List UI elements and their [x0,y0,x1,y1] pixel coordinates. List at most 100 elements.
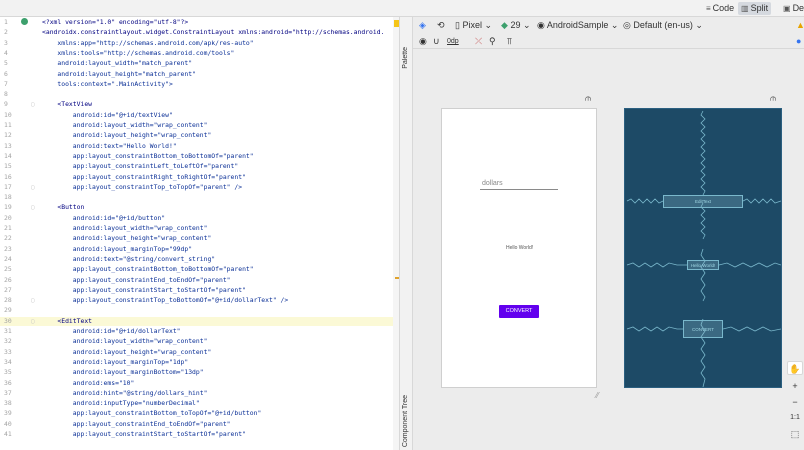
line-number: 8 [4,90,8,99]
code-line[interactable]: 33 android:layout_height="wrap_content" [0,348,399,357]
code-line[interactable]: 8 [0,90,399,99]
warning-icon[interactable]: ▲ [796,20,804,31]
code-text: android:ems="10" [42,378,135,387]
split-mode-button[interactable]: ▥ Split [738,2,772,15]
code-line[interactable]: 39 app:layout_constraintBottom_toTopOf="… [0,409,399,418]
default-margin-selector[interactable]: 0dp [447,36,459,47]
resize-handle-icon[interactable]: ⁄⁄ [596,391,599,400]
code-line[interactable]: 38 android:inputType="numberDecimal" [0,399,399,408]
code-line[interactable]: 25 app:layout_constraintBottom_toBottomO… [0,265,399,274]
infer-constraints-icon[interactable]: ⚲ [489,36,496,47]
code-line[interactable]: 14 app:layout_constraintBottom_toBottomO… [0,152,399,161]
actual-size-button[interactable]: 1:1 [787,411,803,425]
blueprint-convert-button[interactable]: CONVERT [683,320,723,338]
layers-icon[interactable]: ◈ [419,20,426,31]
device-selector[interactable]: ▯ Pixel ⌄ [455,20,492,31]
code-line[interactable]: 30 ▢ <EditText [0,316,399,326]
code-line[interactable]: 19 ▢ <Button [0,203,399,212]
design-preview-screen[interactable]: dollars Hello World! CONVERT [441,108,597,388]
code-line[interactable]: 27 app:layout_constraintStart_toStartOf=… [0,286,399,295]
code-text: app:layout_constraintStart_toStartOf="pa… [42,430,246,438]
pin-icon[interactable]: ⫙ [585,93,591,104]
code-line[interactable]: 29 [0,306,399,315]
dollars-edittext-preview[interactable]: dollars [482,180,503,187]
code-line[interactable]: 34 android:layout_marginTop="1dp" [0,358,399,367]
blueprint-pin-icon[interactable]: ⫙ [770,93,776,104]
api-level-selector[interactable]: ◆ 29 ⌄ [501,20,531,31]
fold-toggle-icon[interactable]: ▢ [31,203,35,212]
hello-textview-preview[interactable]: Hello World! [506,245,533,251]
code-line[interactable]: 9 ▢ <TextView [0,100,399,109]
code-text: android:layout_width="wrap_content" [42,224,208,232]
code-line[interactable]: 3 xmlns:app="http://schemas.android.com/… [0,39,399,48]
magnet-icon[interactable]: ∪ [433,36,440,47]
line-number: 25 [4,265,12,274]
code-line[interactable]: 37 android:hint="@string/dollars_hint" [0,389,399,398]
code-line[interactable]: 32 android:layout_width="wrap_content" [0,337,399,346]
code-line[interactable]: 12 android:layout_height="wrap_content" [0,131,399,140]
code-line[interactable]: 7 tools:context=".MainActivity"> [0,80,399,89]
fold-toggle-icon[interactable]: ▢ [31,317,35,326]
zoom-controls: ✋ + − 1:1 ⬚ [787,361,803,447]
view-options-icon[interactable]: ◉ [419,36,427,47]
code-line[interactable]: 17 ▢ app:layout_constraintTop_toTopOf="pa… [0,183,399,192]
guidelines-icon[interactable]: ⫪ [507,36,512,47]
code-line[interactable]: 20 android:id="@+id/button" [0,214,399,223]
code-text: android:id="@+id/button" [42,213,166,222]
line-number: 38 [4,399,12,408]
fold-toggle-icon[interactable]: ▢ [31,183,35,192]
convert-button-preview[interactable]: CONVERT [499,305,539,318]
code-line[interactable]: 24 android:text="@string/convert_string" [0,255,399,264]
zoom-out-button[interactable]: − [787,395,803,409]
code-line[interactable]: 35 android:layout_marginBottom="13dp" [0,368,399,377]
help-icon[interactable]: ● [796,36,801,47]
code-line[interactable]: 36 android:ems="10" [0,379,399,388]
zoom-in-button[interactable]: + [787,379,803,393]
code-line[interactable]: 23 android:layout_marginTop="99dp" [0,245,399,254]
code-line[interactable]: 13 android:text="Hello World!" [0,142,399,151]
code-line[interactable]: 4 xmlns:tools="http://schemas.android.co… [0,49,399,58]
code-line[interactable]: 21 android:layout_width="wrap_content" [0,224,399,233]
fold-toggle-icon[interactable]: ▢ [31,100,35,109]
code-line[interactable]: 6 android:layout_height="match_parent" [0,70,399,79]
clear-constraints-icon[interactable]: ⤫ [475,36,482,47]
code-line[interactable]: 15 app:layout_constraintLeft_toLeftOf="p… [0,162,399,171]
line-number: 33 [4,347,12,356]
code-line[interactable]: 26 app:layout_constraintEnd_toEndOf="par… [0,276,399,285]
theme-selector[interactable]: ◉ AndroidSample ⌄ [537,20,618,31]
line-number: 5 [4,59,8,68]
code-line[interactable]: 5 android:layout_width="match_parent" [0,59,399,68]
code-line[interactable]: 11 android:layout_width="wrap_content" [0,121,399,130]
code-line[interactable]: 41 app:layout_constraintStart_toStartOf=… [0,430,399,439]
code-line[interactable]: 2 <androidx.constraintlayout.widget.Const… [0,28,399,37]
line-number: 7 [4,79,8,88]
pan-hand-icon[interactable]: ✋ [787,361,803,375]
xml-code-editor[interactable]: 1 <?xml version="1.0" encoding="utf-8"?> 2… [0,17,399,450]
zoom-to-fit-icon[interactable]: ⬚ [787,427,803,441]
blueprint-hello-textview[interactable]: Hello World! [687,260,719,270]
code-line[interactable]: 10 android:id="@+id/textView" [0,111,399,120]
code-line[interactable]: 16 app:layout_constraintRight_toRightOf=… [0,173,399,182]
code-line[interactable]: 40 app:layout_constraintEnd_toEndOf="par… [0,420,399,429]
design-mode-button[interactable]: ▣ De [780,2,804,15]
line-number: 28 [4,296,12,305]
palette-tab[interactable]: Palette [402,47,409,69]
code-line[interactable]: 22 android:layout_height="wrap_content" [0,234,399,243]
fold-toggle-icon[interactable]: ▢ [31,296,35,305]
code-text: android:layout_width="wrap_content" [42,121,208,129]
line-number: 26 [4,275,12,284]
component-tree-tab[interactable]: Component Tree [402,395,409,447]
blueprint-edittext[interactable]: EditText [663,195,743,208]
code-line[interactable]: 18 [0,193,399,202]
locale-label: Default (en-us) [633,20,693,30]
line-number: 29 [4,306,12,315]
blueprint-preview[interactable]: EditText Hello World! CONVERT [624,108,782,388]
orientation-icon[interactable]: ⟲ [437,20,445,31]
locale-selector[interactable]: ◎ Default (en-us) ⌄ [623,20,703,31]
code-line[interactable]: 1 <?xml version="1.0" encoding="utf-8"?> [0,18,399,27]
code-mode-button[interactable]: ≡ Code [703,2,737,15]
code-text: android:layout_marginTop="1dp" [42,357,189,366]
design-view-icon: ▣ [783,4,791,13]
code-line[interactable]: 28 ▢ app:layout_constraintTop_toBottomOf=… [0,296,399,305]
code-line[interactable]: 31 android:id="@+id/dollarText" [0,327,399,336]
